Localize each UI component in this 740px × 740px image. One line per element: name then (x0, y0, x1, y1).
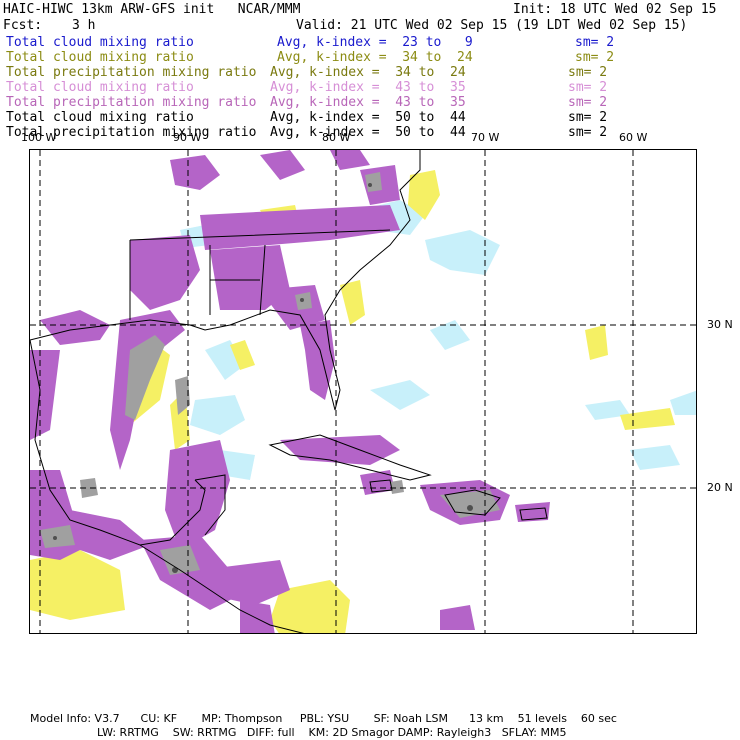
legend-row: Total cloud mixing ratio (6, 110, 194, 125)
legend-avg: Avg, k-index = 50 to 44 (270, 110, 466, 125)
legend-field-name: Total cloud mixing ratio (6, 80, 194, 95)
legend-avg: Avg, k-index = 50 to 44 (270, 125, 466, 140)
legend-sm: sm= 2 (575, 50, 615, 65)
forecast-map (29, 149, 697, 634)
legend-field-name: Total precipitation mixing ratio (6, 95, 257, 110)
legend-avg: Avg, k-index = 34 to 24 (277, 50, 473, 65)
legend-avg: Avg, k-index = 43 to 35 (270, 95, 466, 110)
precip-patch (40, 310, 110, 345)
header-fcst-value: 3 h (72, 18, 96, 33)
precip-core (300, 298, 304, 302)
legend-sm: sm= 2 (568, 110, 608, 125)
precip-patch (200, 205, 400, 250)
lat-label: 20 N (707, 481, 733, 494)
precip-patch (130, 235, 200, 310)
header-valid: Valid: 21 UTC Wed 02 Sep 15 (19 LDT Wed … (296, 18, 688, 33)
legend-field-name: Total precipitation mixing ratio (6, 65, 257, 80)
legend-avg: Avg, k-index = 34 to 24 (270, 65, 466, 80)
legend-field-name: Total cloud mixing ratio (6, 35, 194, 50)
legend-row: Total cloud mixing ratio (6, 50, 194, 65)
cloud-low-patch (190, 395, 245, 435)
header-fcst-label: Fcst: (3, 18, 43, 33)
map-canvas (30, 150, 696, 633)
header-title: HAIC-HIWC 13km ARW-GFS init NCAR/MMM (3, 2, 301, 17)
precip-patch (165, 440, 230, 550)
precip-patch (240, 600, 275, 633)
legend-row: Total precipitation mixing ratio (6, 65, 256, 80)
cloud-mid-patch (30, 550, 125, 620)
legend-sm: sm= 2 (575, 35, 615, 50)
precip-core (467, 505, 473, 511)
cloud-low-patch (370, 380, 430, 410)
legend-sm: sm= 2 (568, 125, 608, 140)
legend-field-name: Total cloud mixing ratio (6, 50, 194, 65)
legend-row: Total precipitation mixing ratio (6, 95, 256, 110)
lon-label: 60 W (619, 131, 648, 144)
precip-mid-layer (30, 150, 550, 633)
lon-label: 100 W (21, 131, 57, 144)
header-init: Init: 18 UTC Wed 02 Sep 15 (513, 2, 717, 17)
cloud-mid-patch (620, 408, 675, 430)
legend-avg: Avg, k-index = 43 to 35 (270, 80, 466, 95)
cloud-high-patch (365, 172, 382, 192)
precip-core (368, 183, 372, 187)
legend-row: Total cloud mixing ratio (6, 35, 194, 50)
lon-label: 70 W (471, 131, 500, 144)
precip-patch (260, 150, 305, 180)
footer-model-info: Model Info: V3.7 CU: KF MP: Thompson PBL… (30, 712, 617, 725)
legend-row: Total cloud mixing ratio (6, 80, 194, 95)
legend-sm: sm= 2 (568, 65, 608, 80)
footer-physics: LW: RRTMG SW: RRTMG DIFF: full KM: 2D Sm… (97, 726, 567, 739)
cloud-low-patch (670, 390, 696, 415)
cloud-mid-patch (585, 325, 608, 360)
lon-label: 80 W (322, 131, 351, 144)
legend-sm: sm= 2 (568, 95, 608, 110)
precip-core (53, 536, 57, 540)
legend-sm: sm= 2 (568, 80, 608, 95)
cloud-low-patch (630, 445, 680, 470)
legend-avg: Avg, k-index = 23 to 9 (277, 35, 473, 50)
legend-field-name: Total cloud mixing ratio (6, 110, 194, 125)
cloud-high-patch (390, 480, 404, 494)
precip-patch (170, 155, 220, 190)
cloud-low-patch (425, 230, 500, 275)
precip-patch (440, 605, 475, 630)
lat-label: 30 N (707, 318, 733, 331)
lon-label: 90 W (173, 131, 202, 144)
